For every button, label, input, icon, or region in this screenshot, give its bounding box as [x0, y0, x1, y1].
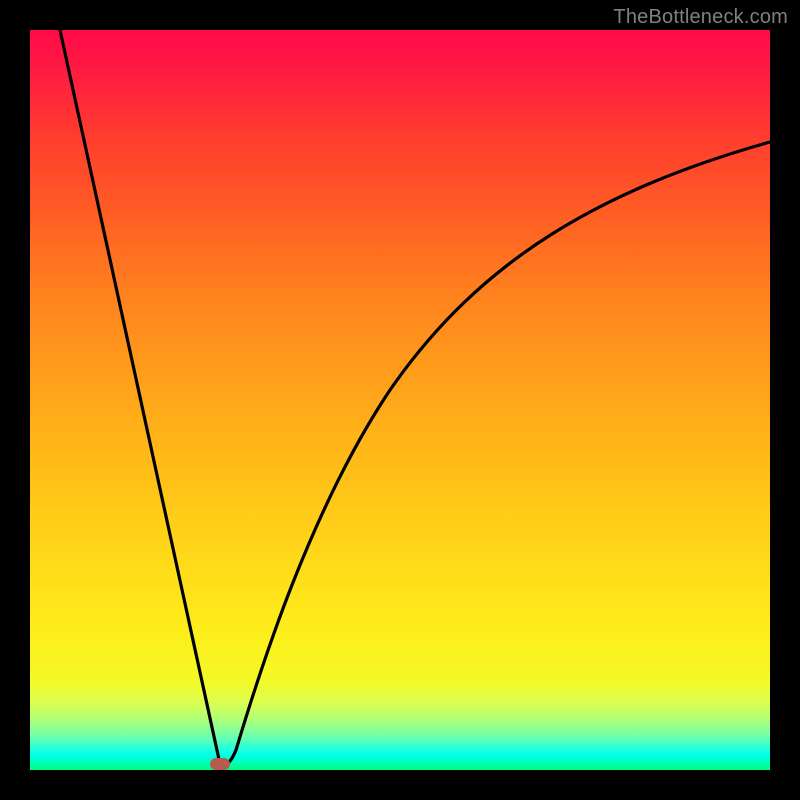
chart-frame: TheBottleneck.com: [0, 0, 800, 800]
curve-path: [60, 30, 770, 766]
bottleneck-curve: [30, 30, 770, 770]
plot-area: [30, 30, 770, 770]
optimal-point-marker: [210, 758, 230, 770]
watermark-text: TheBottleneck.com: [613, 6, 788, 29]
